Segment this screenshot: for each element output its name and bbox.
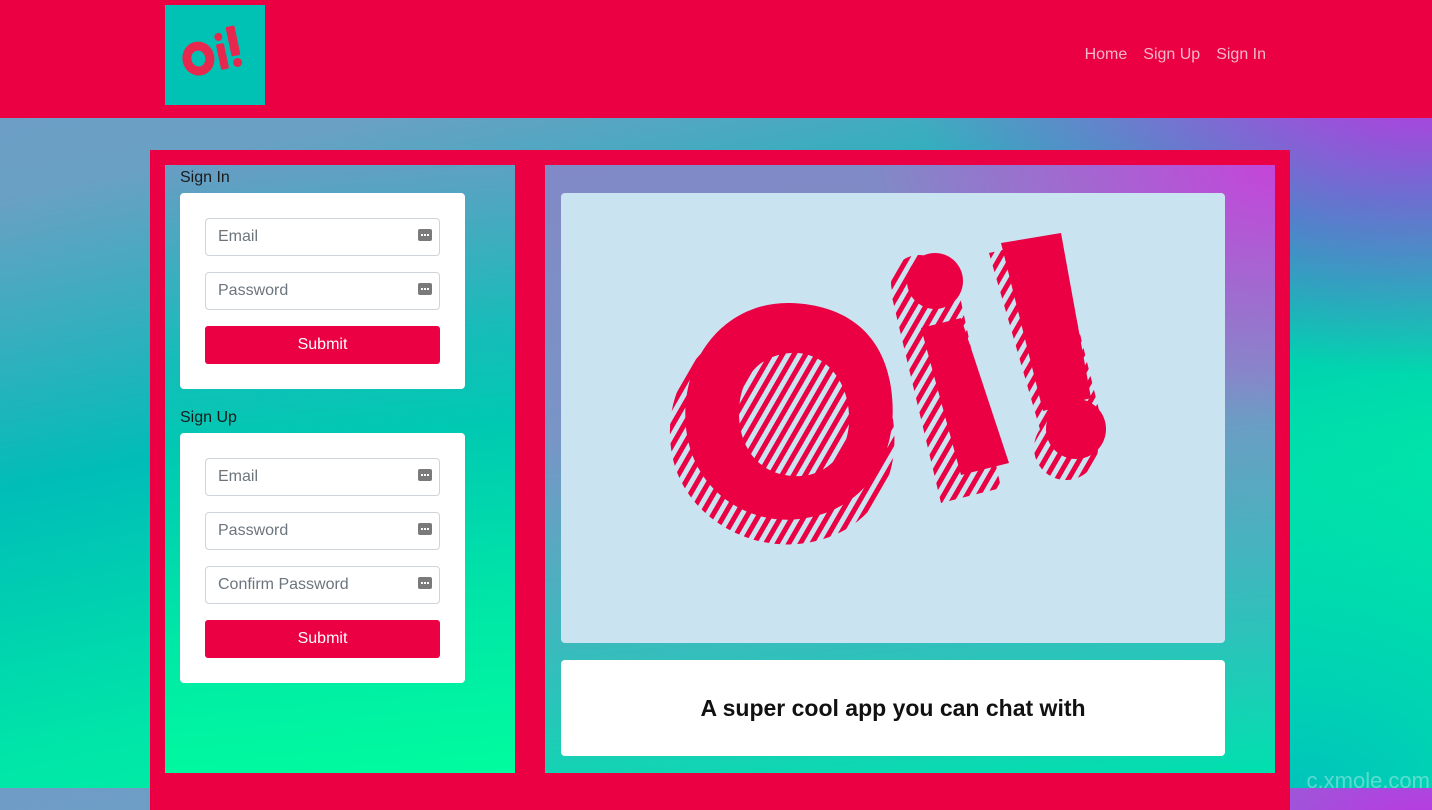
password-key-icon[interactable] — [418, 577, 432, 589]
sign-in-card: Submit — [180, 193, 465, 389]
top-header: Home Sign Up Sign In — [0, 0, 1432, 118]
password-key-icon[interactable] — [418, 469, 432, 481]
nav-sign-up-link[interactable]: Sign Up — [1143, 45, 1200, 65]
password-key-icon[interactable] — [418, 523, 432, 535]
sign-in-heading: Sign In — [180, 169, 230, 186]
nav-sign-in-link[interactable]: Sign In — [1216, 45, 1266, 65]
sign-up-email-input[interactable] — [205, 458, 440, 496]
sign-in-email-input[interactable] — [205, 218, 440, 256]
sign-up-card: Submit — [180, 433, 465, 683]
sign-in-password-input[interactable] — [205, 272, 440, 310]
sign-in-submit-button[interactable]: Submit — [205, 326, 440, 364]
oi-logo-icon — [182, 25, 243, 76]
brand-logo[interactable] — [165, 5, 265, 105]
watermark: c.xmole.com — [1306, 768, 1430, 793]
sign-up-heading: Sign Up — [180, 409, 237, 426]
tagline-card: A super cool app you can chat with — [561, 660, 1225, 756]
nav-home-link[interactable]: Home — [1085, 45, 1128, 65]
sign-up-submit-button[interactable]: Submit — [205, 620, 440, 658]
main-nav: Home Sign Up Sign In — [1085, 45, 1266, 65]
oi-hero-logo-icon — [669, 233, 1106, 545]
password-key-icon[interactable] — [418, 283, 432, 295]
sign-up-confirm-password-input[interactable] — [205, 566, 440, 604]
tagline-text: A super cool app you can chat with — [700, 694, 1086, 721]
hero-image — [561, 193, 1225, 643]
sign-up-password-input[interactable] — [205, 512, 440, 550]
password-key-icon[interactable] — [418, 229, 432, 241]
